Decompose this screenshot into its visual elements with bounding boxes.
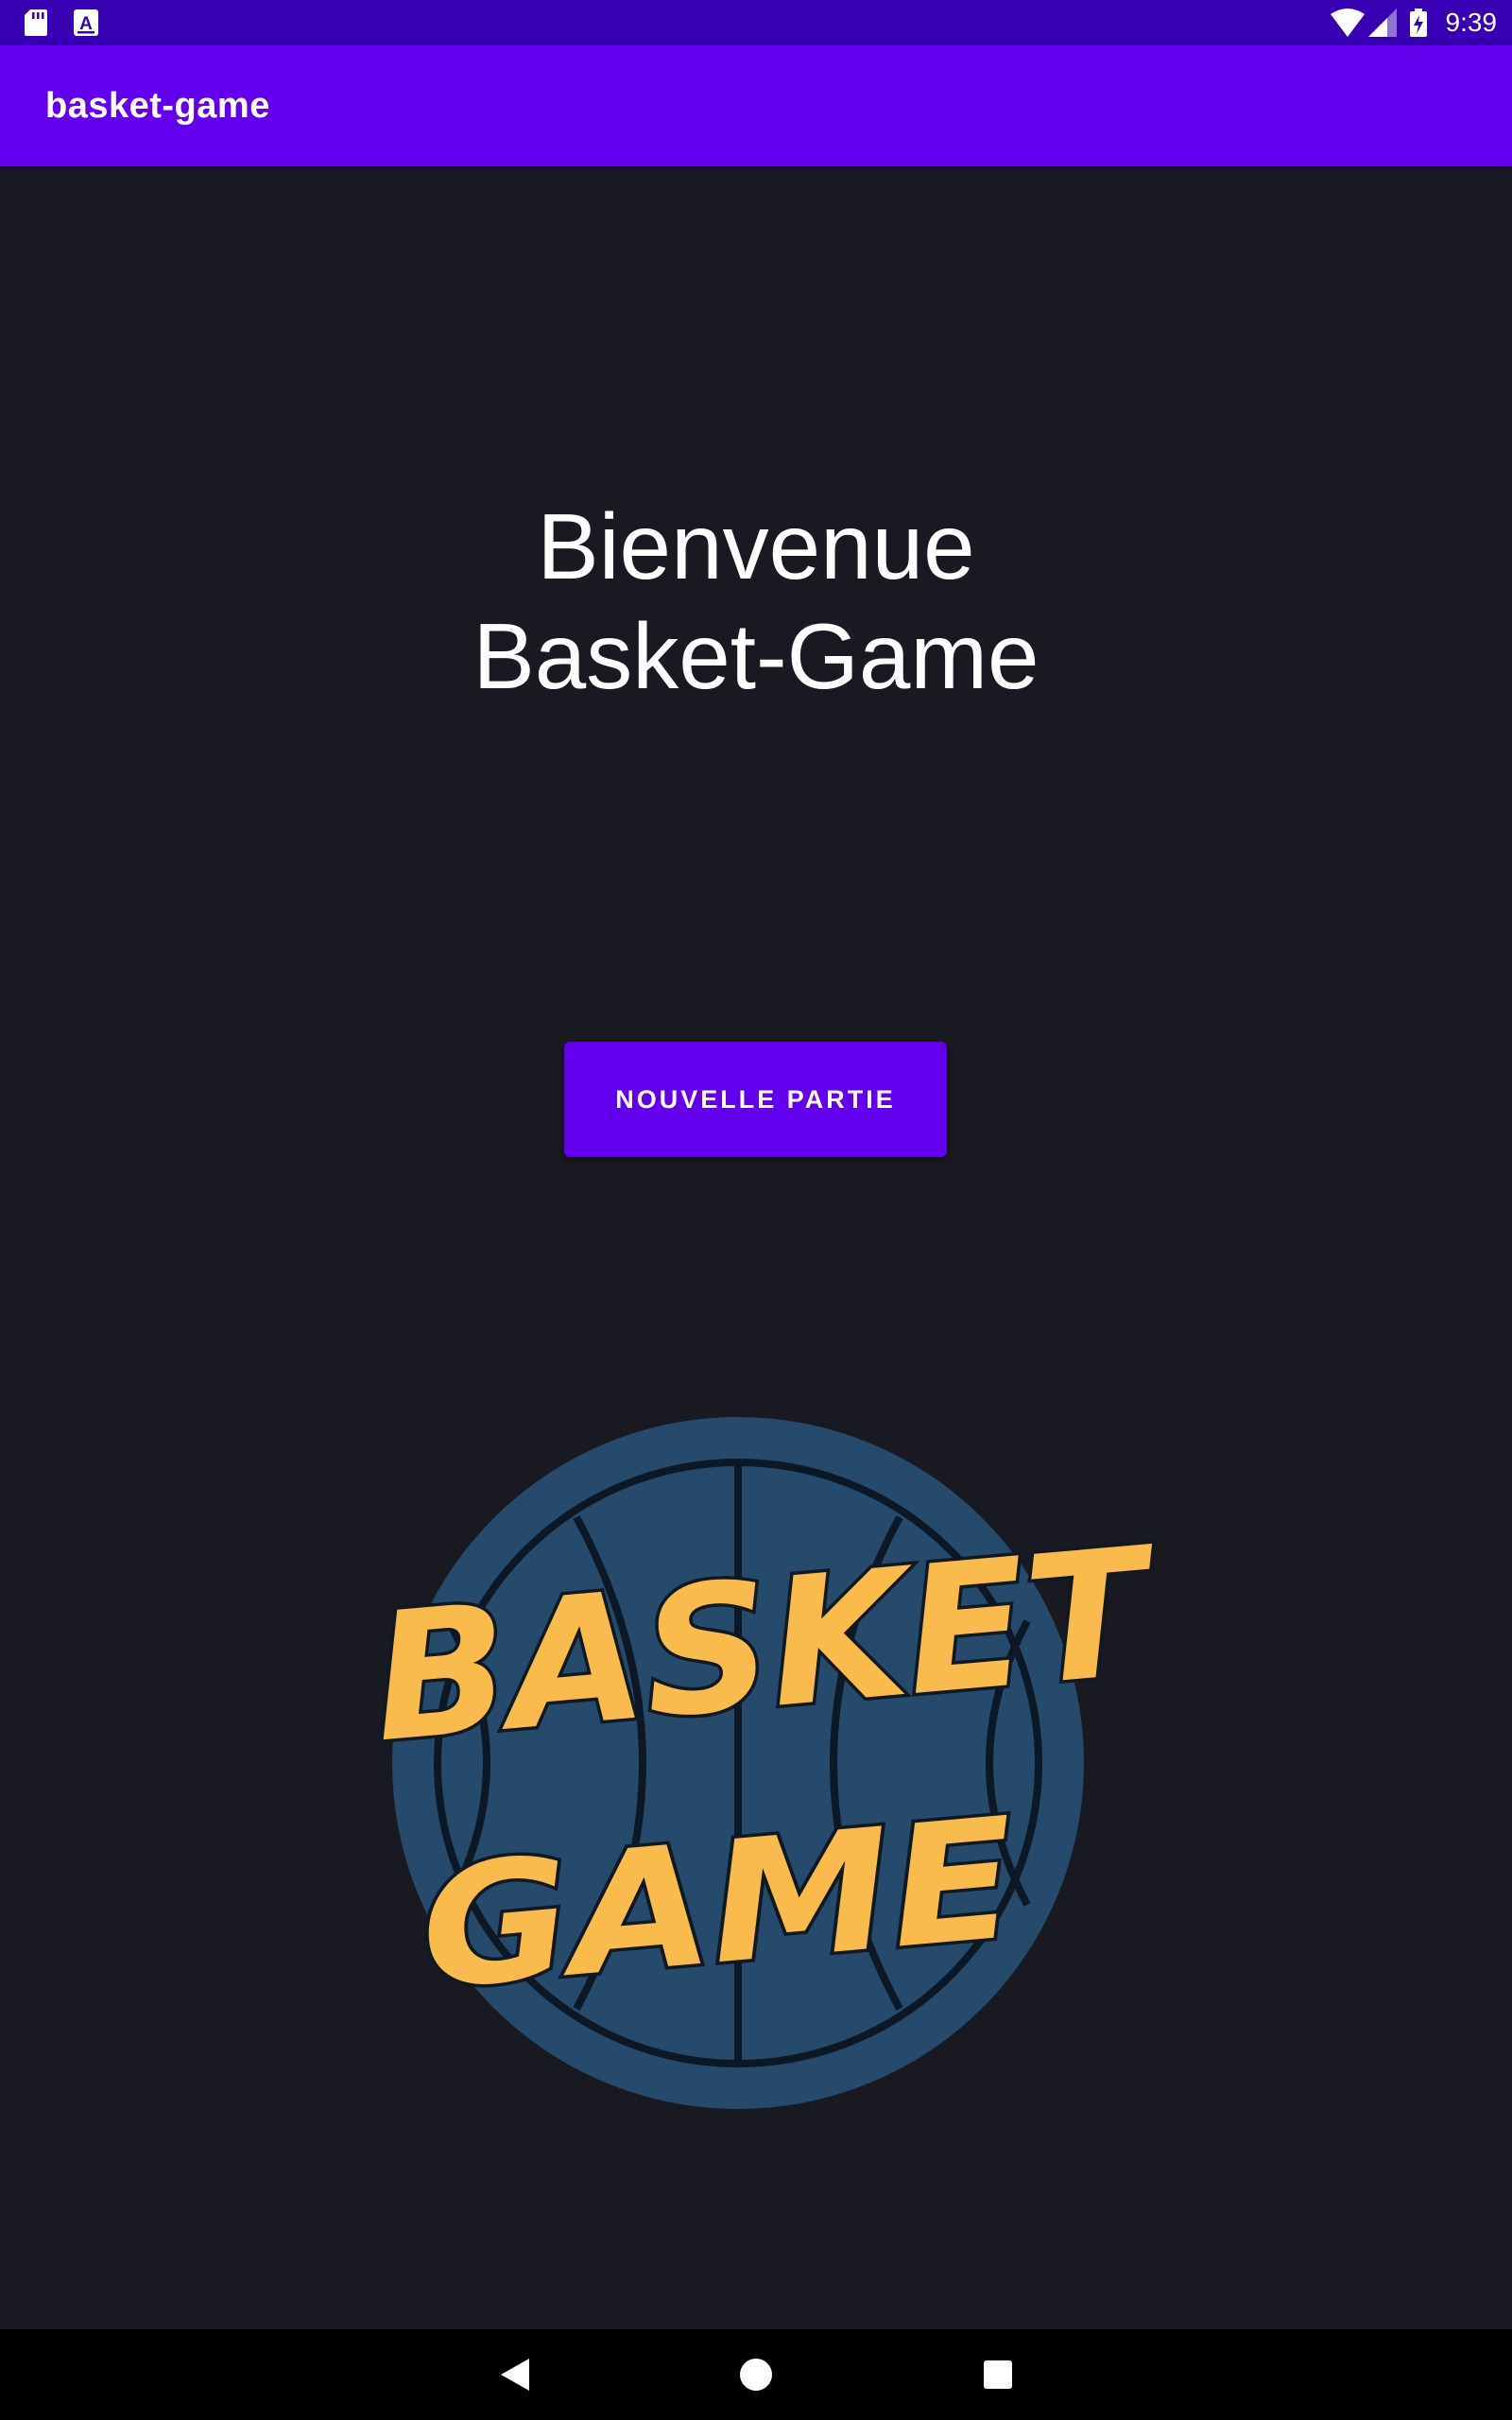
wifi-icon [1331,9,1365,37]
basket-game-logo: BASKET GAME [362,1417,1171,2109]
sd-card-icon [25,9,47,36]
navigation-bar [0,2329,1512,2420]
new-game-button[interactable]: NOUVELLE PARTIE [564,1042,947,1157]
a-notification-icon: A [74,9,98,36]
app-title: basket-game [45,86,270,126]
home-icon[interactable] [739,2356,773,2394]
back-icon[interactable] [497,2356,531,2394]
app-bar: basket-game [0,45,1512,166]
cell-signal-icon [1368,9,1397,37]
welcome-line-2: Basket-Game [472,604,1040,708]
welcome-text: Bienvenue Basket-Game [0,492,1512,711]
status-bar: A 9:39 [0,0,1512,45]
recents-icon[interactable] [982,2356,1014,2394]
status-time: 9:39 [1445,8,1498,37]
battery-charging-icon [1410,9,1427,37]
svg-text:A: A [79,14,93,34]
welcome-line-1: Bienvenue [537,494,975,598]
screen: A 9:39 basket-game Bienvenue Basket-Game… [0,0,1512,2420]
